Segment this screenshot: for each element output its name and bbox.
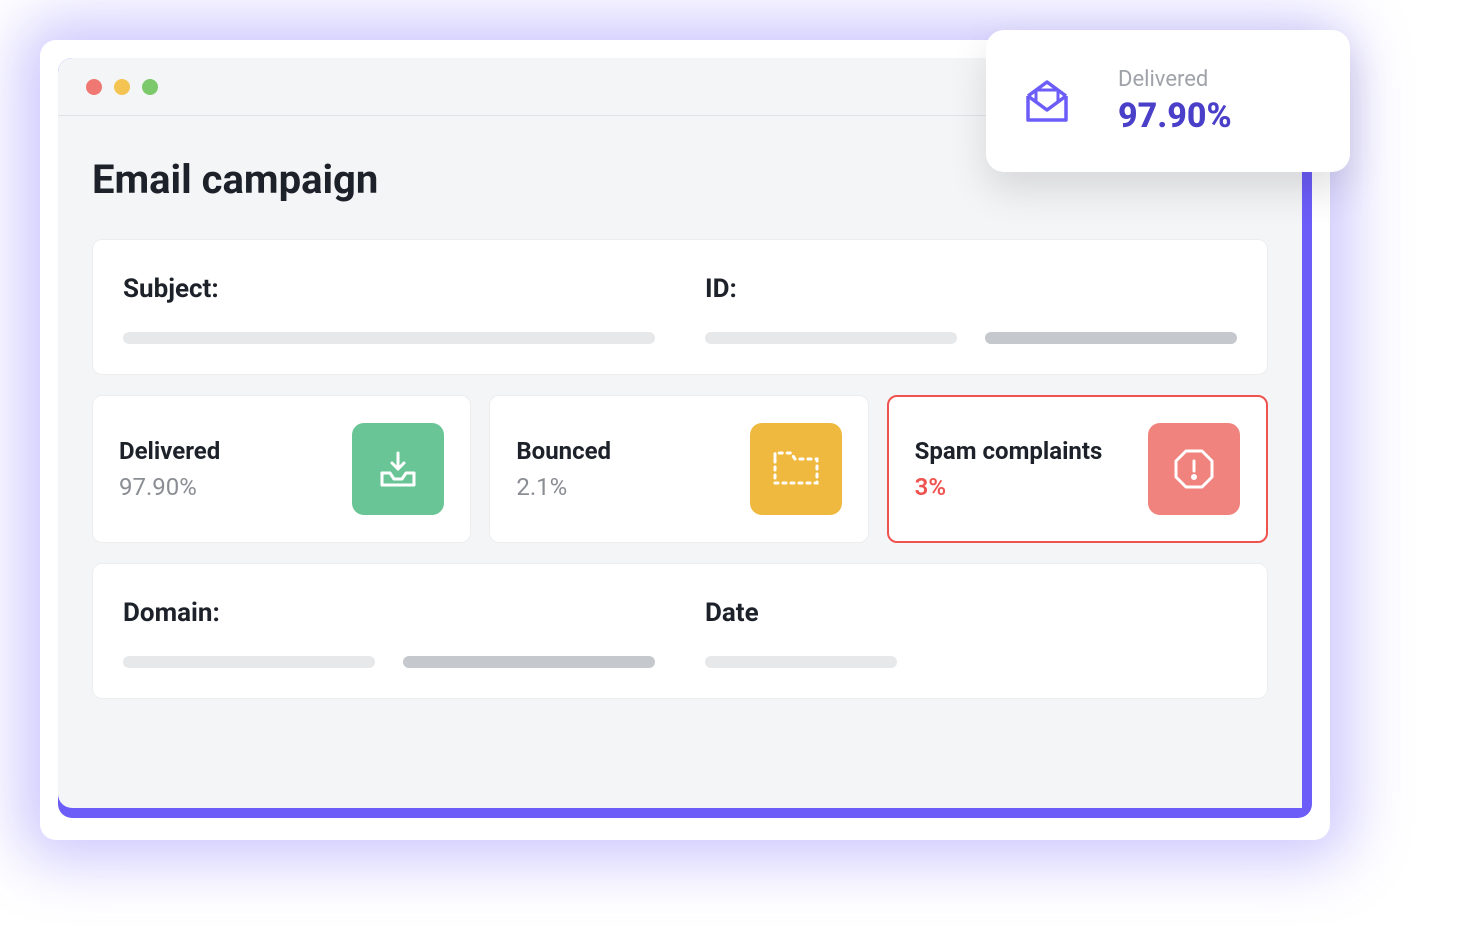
domain-label: Domain: bbox=[123, 598, 655, 628]
subject-label: Subject: bbox=[123, 274, 655, 304]
stat-delivered-value: 97.90% bbox=[119, 473, 220, 501]
id-skeleton bbox=[705, 332, 1237, 344]
stat-bounced-value: 2.1% bbox=[516, 473, 611, 501]
stat-spam-value: 3% bbox=[915, 473, 1103, 501]
skeleton-bar bbox=[985, 332, 1237, 344]
mail-open-icon bbox=[1020, 74, 1074, 128]
page-content: Email campaign Subject: ID: bbox=[58, 116, 1302, 699]
subject-skeleton bbox=[123, 332, 655, 344]
date-column: Date bbox=[705, 598, 1237, 668]
stat-text: Bounced 2.1% bbox=[516, 437, 611, 501]
stat-delivered[interactable]: Delivered 97.90% bbox=[92, 395, 471, 543]
stat-bounced[interactable]: Bounced 2.1% bbox=[489, 395, 868, 543]
dashed-folder-icon bbox=[750, 423, 842, 515]
stat-text: Spam complaints 3% bbox=[915, 437, 1103, 501]
alert-octagon-icon bbox=[1148, 423, 1240, 515]
date-label: Date bbox=[705, 598, 1237, 628]
domain-date-card: Domain: Date bbox=[92, 563, 1268, 699]
inbox-download-icon bbox=[352, 423, 444, 515]
float-delivered-card: Delivered 97.90% bbox=[986, 30, 1350, 172]
stat-text: Delivered 97.90% bbox=[119, 437, 220, 501]
float-text: Delivered 97.90% bbox=[1118, 67, 1232, 136]
minimize-icon[interactable] bbox=[114, 79, 130, 95]
float-delivered-label: Delivered bbox=[1118, 67, 1232, 92]
close-icon[interactable] bbox=[86, 79, 102, 95]
float-delivered-value: 97.90% bbox=[1118, 96, 1232, 136]
date-skeleton bbox=[705, 656, 1237, 668]
skeleton-bar bbox=[403, 656, 655, 668]
domain-skeleton bbox=[123, 656, 655, 668]
stat-spam-label: Spam complaints bbox=[915, 437, 1103, 465]
domain-column: Domain: bbox=[123, 598, 655, 668]
skeleton-bar bbox=[123, 332, 655, 344]
id-column: ID: bbox=[705, 274, 1237, 344]
stat-bounced-label: Bounced bbox=[516, 437, 611, 465]
id-label: ID: bbox=[705, 274, 1237, 304]
skeleton-bar bbox=[705, 656, 897, 668]
skeleton-bar bbox=[705, 332, 957, 344]
skeleton-bar bbox=[123, 656, 375, 668]
app-window: Email campaign Subject: ID: bbox=[58, 58, 1312, 818]
maximize-icon[interactable] bbox=[142, 79, 158, 95]
stat-delivered-label: Delivered bbox=[119, 437, 220, 465]
subject-column: Subject: bbox=[123, 274, 655, 344]
subject-id-card: Subject: ID: bbox=[92, 239, 1268, 375]
stat-spam[interactable]: Spam complaints 3% bbox=[887, 395, 1268, 543]
stats-row: Delivered 97.90% Bounced bbox=[92, 395, 1268, 543]
